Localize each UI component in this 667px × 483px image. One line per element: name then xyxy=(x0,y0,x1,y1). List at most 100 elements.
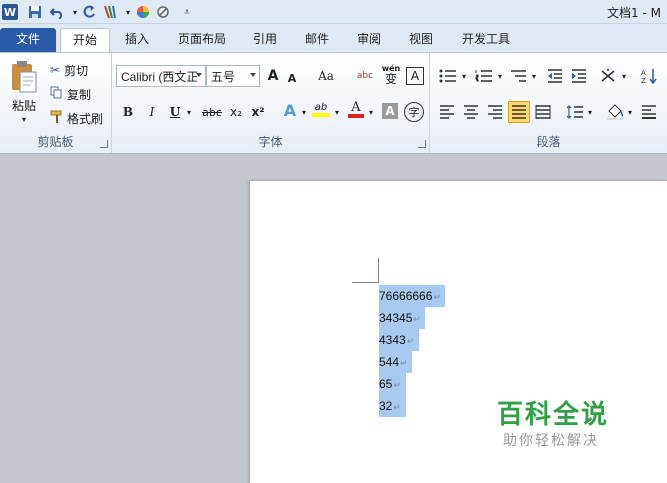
save-icon[interactable] xyxy=(26,3,44,21)
bold-button[interactable]: B xyxy=(118,101,138,123)
increase-indent-button[interactable] xyxy=(568,65,590,87)
line-text: 4343 xyxy=(379,333,406,347)
tab-mailings[interactable]: 邮件 xyxy=(298,28,336,52)
phonetic-guide-base: 变 xyxy=(384,72,397,86)
title-bar: W ▾ ▾ ⩡ 文档1 - M xyxy=(0,0,667,24)
word-logo-icon: W xyxy=(2,4,18,20)
grow-font-button[interactable]: A xyxy=(264,65,282,87)
paste-label[interactable]: 粘贴 xyxy=(4,97,44,113)
justify-button[interactable] xyxy=(508,101,530,123)
italic-button[interactable]: I xyxy=(142,101,162,123)
character-border-button[interactable]: A xyxy=(406,67,424,85)
numbering-button[interactable] xyxy=(472,65,496,87)
character-shading-button[interactable]: A xyxy=(382,103,398,119)
clear-formatting-button[interactable]: abc xyxy=(354,65,376,87)
font-color-dropdown-icon[interactable]: ▾ xyxy=(366,101,376,123)
scissors-icon: ✂ xyxy=(50,63,61,77)
multilevel-dropdown-icon[interactable]: ▾ xyxy=(530,65,538,87)
text-effects-button[interactable]: A xyxy=(280,99,300,121)
text-line[interactable]: 65↵ xyxy=(379,373,406,395)
color-wheel-icon[interactable] xyxy=(134,3,152,21)
shrink-font-button[interactable]: A xyxy=(284,67,300,89)
increase-indent-icon xyxy=(572,69,586,83)
tab-review[interactable]: 审阅 xyxy=(350,28,388,52)
clipboard-launcher-icon[interactable] xyxy=(100,140,108,148)
align-right-button[interactable] xyxy=(484,101,506,123)
paragraph-mark: ↵ xyxy=(400,358,408,368)
paragraph-mark: ↵ xyxy=(393,380,401,390)
tab-developer[interactable]: 开发工具 xyxy=(454,28,518,52)
cut-button[interactable]: ✂ 剪切 xyxy=(50,59,108,81)
line-text: 76666666 xyxy=(379,289,433,303)
borders-button[interactable] xyxy=(638,101,660,123)
tab-file[interactable]: 文件 xyxy=(0,28,56,52)
customize-qat-icon[interactable]: ⩡ xyxy=(178,3,196,21)
font-name-select[interactable]: Calibri (西文正 xyxy=(116,65,206,87)
strikethrough-button[interactable]: abc xyxy=(200,101,224,123)
numbering-dropdown-icon[interactable]: ▾ xyxy=(496,65,504,87)
chinese-layout-button[interactable] xyxy=(598,65,620,87)
paragraph-group: ▾ ▾ ▾ ▾ AZ ▾ ▾ 段落 xyxy=(430,53,667,153)
font-launcher-icon[interactable] xyxy=(418,140,426,148)
multilevel-list-button[interactable] xyxy=(506,65,530,87)
subscript-button[interactable]: x₂ xyxy=(226,101,246,123)
paragraph-mark: ↵ xyxy=(433,292,441,302)
margin-corner-vertical xyxy=(378,258,379,283)
change-case-button[interactable]: Aa xyxy=(312,65,340,87)
line-spacing-button[interactable] xyxy=(564,101,586,123)
copy-button[interactable]: 复制 xyxy=(50,83,108,105)
tab-references[interactable]: 引用 xyxy=(246,28,284,52)
copy-icon xyxy=(50,86,63,102)
text-line[interactable]: 76666666↵ xyxy=(379,285,445,307)
align-left-button[interactable] xyxy=(436,101,458,123)
tab-insert[interactable]: 插入 xyxy=(117,28,157,52)
font-color-button[interactable]: A xyxy=(346,99,366,121)
redo-icon[interactable] xyxy=(80,3,98,21)
format-paint-icon[interactable] xyxy=(102,3,120,21)
text-line[interactable]: 34345↵ xyxy=(379,307,425,329)
document-page[interactable] xyxy=(250,181,667,483)
margin-corner-horizontal xyxy=(352,282,378,283)
distribute-button[interactable] xyxy=(532,101,554,123)
decrease-indent-icon xyxy=(548,69,562,83)
shading-dropdown-icon[interactable]: ▾ xyxy=(626,101,634,123)
watermark-title: 百科全说 xyxy=(497,400,610,430)
text-line[interactable]: 32↵ xyxy=(379,395,406,417)
tab-home[interactable]: 开始 xyxy=(60,28,110,52)
text-line[interactable]: 544↵ xyxy=(379,351,412,373)
tab-page-layout[interactable]: 页面布局 xyxy=(170,28,234,52)
paste-dropdown-icon[interactable]: ▾ xyxy=(16,113,32,125)
undo-icon[interactable] xyxy=(48,3,66,21)
phonetic-guide-button[interactable]: wén 变 xyxy=(380,63,402,85)
bullets-dropdown-icon[interactable]: ▾ xyxy=(460,65,468,87)
bullets-button[interactable] xyxy=(436,65,460,87)
paste-button[interactable] xyxy=(6,57,42,97)
superscript-button[interactable]: x² xyxy=(248,101,268,123)
multilevel-list-icon xyxy=(511,70,526,82)
format-painter-label: 格式刷 xyxy=(67,111,104,126)
underline-dropdown-icon[interactable]: ▾ xyxy=(184,101,194,123)
highlight-dropdown-icon[interactable]: ▾ xyxy=(332,101,342,123)
bullets-icon xyxy=(439,69,456,83)
decrease-indent-button[interactable] xyxy=(544,65,566,87)
align-center-button[interactable] xyxy=(460,101,482,123)
line-spacing-dropdown-icon[interactable]: ▾ xyxy=(586,101,594,123)
format-painter-button[interactable]: 格式刷 xyxy=(50,107,110,129)
align-right-icon xyxy=(488,105,502,119)
tab-view[interactable]: 视图 xyxy=(402,28,440,52)
text-line[interactable]: 4343↵ xyxy=(379,329,419,351)
clear-format-icon[interactable] xyxy=(154,3,172,21)
text-effects-dropdown-icon[interactable]: ▾ xyxy=(299,101,309,123)
distribute-icon xyxy=(535,105,551,119)
line-spacing-icon xyxy=(566,105,583,119)
font-size-select[interactable]: 五号 xyxy=(206,65,260,87)
enclose-characters-button[interactable]: 字 xyxy=(404,102,424,122)
chinese-layout-dropdown-icon[interactable]: ▾ xyxy=(620,65,628,87)
justify-icon xyxy=(512,105,526,119)
watermark-subtitle: 助你轻松解决 xyxy=(503,433,599,449)
align-center-icon xyxy=(464,105,478,119)
highlight-button[interactable]: ab xyxy=(310,99,332,121)
paragraph-shading-button[interactable] xyxy=(604,101,626,123)
sort-button[interactable]: AZ xyxy=(638,65,660,87)
underline-button[interactable]: U xyxy=(166,101,184,123)
